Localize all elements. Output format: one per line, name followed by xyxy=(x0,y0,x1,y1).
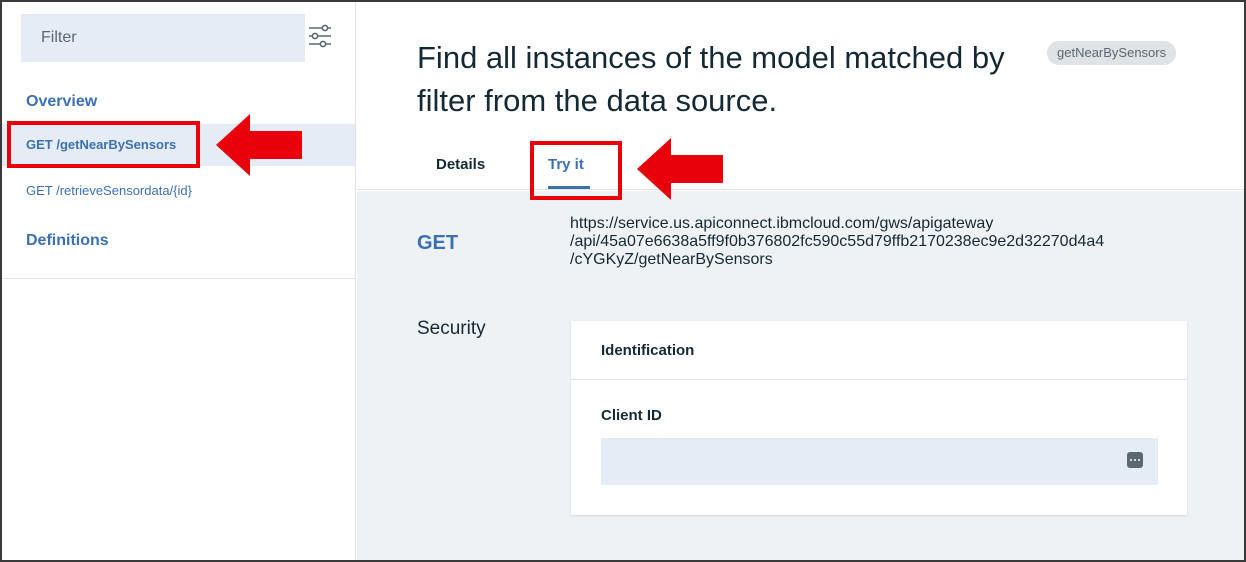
arrow-left-icon xyxy=(637,138,723,200)
operation-header: Find all instances of the model matched … xyxy=(357,2,1244,190)
sidebar-divider xyxy=(2,278,355,279)
highlight-box-nav-item xyxy=(7,121,200,168)
highlight-box-try-it xyxy=(530,141,622,200)
nav-item-label: GET /retrieveSensordata/{id} xyxy=(26,183,192,198)
client-id-label: Client ID xyxy=(601,407,662,424)
url-line: https://service.us.apiconnect.ibmcloud.c… xyxy=(570,215,994,232)
security-label: Security xyxy=(417,318,486,339)
arrow-left-icon xyxy=(216,114,302,176)
sidebar: Filter Overview GET /getNearBySensors GE… xyxy=(2,2,356,560)
nav-item-retrieve-sensordata[interactable]: GET /retrieveSensordata/{id} xyxy=(2,170,355,212)
sliders-icon[interactable] xyxy=(308,24,332,48)
identification-card: Identification Client ID xyxy=(571,321,1187,515)
request-url: https://service.us.apiconnect.ibmcloud.c… xyxy=(570,215,1244,269)
http-method: GET xyxy=(417,232,459,254)
card-title: Identification xyxy=(601,342,695,359)
url-line: /api/45a07e6638a5ff9f0b376802fc590c55d79… xyxy=(570,233,1105,250)
client-id-input[interactable] xyxy=(601,438,1158,485)
tab-details[interactable]: Details xyxy=(436,156,485,173)
operation-title: Find all instances of the model matched … xyxy=(417,40,1005,118)
filter-input[interactable]: Filter xyxy=(21,14,305,62)
main-panel: Find all instances of the model matched … xyxy=(357,2,1244,560)
card-header: Identification xyxy=(571,321,1187,380)
nav-overview[interactable]: Overview xyxy=(26,93,97,111)
operation-id-badge: getNearBySensors xyxy=(1047,41,1177,65)
nav-definitions[interactable]: Definitions xyxy=(26,232,109,250)
filter-placeholder: Filter xyxy=(41,29,77,46)
window-frame: Filter Overview GET /getNearBySensors GE… xyxy=(0,0,1246,562)
more-dots-icon[interactable] xyxy=(1127,452,1143,468)
url-line: /cYGKyZ/getNearBySensors xyxy=(570,251,773,268)
